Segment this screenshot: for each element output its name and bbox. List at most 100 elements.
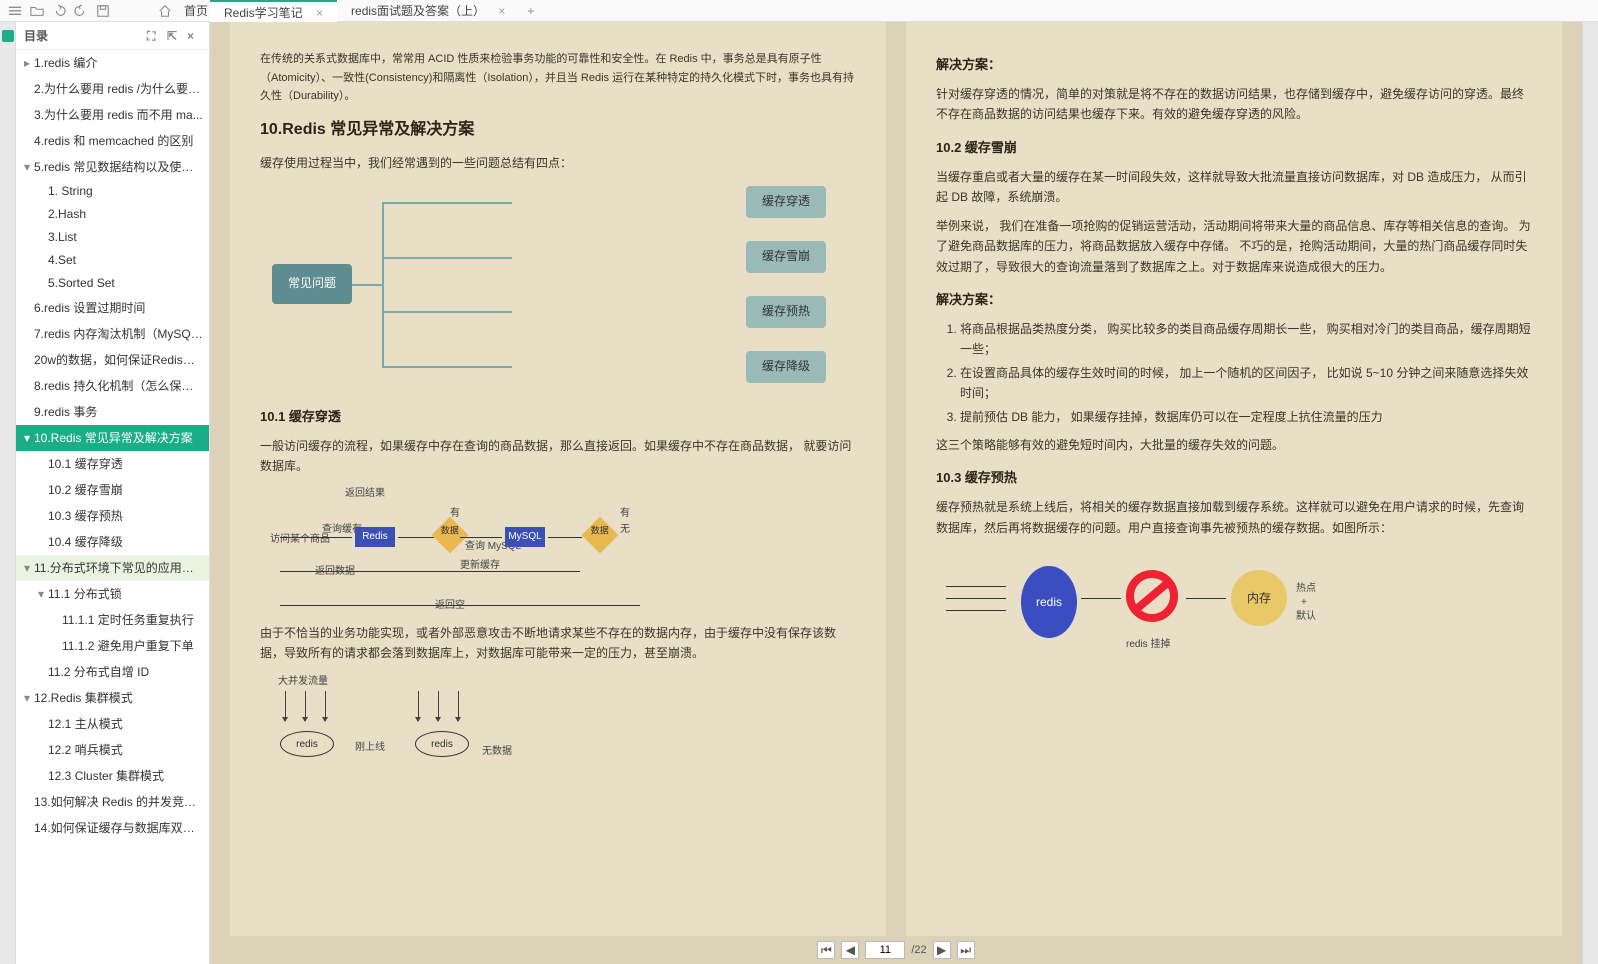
d2-lbl: 有 bbox=[450, 505, 460, 522]
toc-list[interactable]: ▸1.redis 编介2.为什么要用 redis /为什么要用...3.为什么要… bbox=[16, 50, 209, 964]
toc-item[interactable]: 13.如何解决 Redis 的并发竞争 ... bbox=[16, 789, 209, 815]
diagram-traffic: 大并发流量 redis 刚上线 redis 无数据 bbox=[260, 671, 856, 781]
toc-item[interactable]: 2.为什么要用 redis /为什么要用... bbox=[16, 76, 209, 102]
toc-item[interactable]: 5.Sorted Set bbox=[16, 272, 209, 295]
first-page-button[interactable]: ⏮ bbox=[817, 941, 835, 959]
next-page-button[interactable]: ▶ bbox=[933, 941, 951, 959]
home-label[interactable]: 首页 bbox=[184, 2, 208, 19]
toc-item[interactable]: 20w的数据，如何保证Redis中... bbox=[16, 347, 209, 373]
d2-dia: 数据 bbox=[432, 516, 469, 553]
sidebar-header: 目录 ⛶ ⇱ × bbox=[16, 22, 209, 50]
list-item: 将商品根据品类热度分类， 购买比较多的类目商品缓存周期长一些， 购买相对冷门的类… bbox=[960, 319, 1532, 360]
heading-10: 10.Redis 常见异常及解决方案 bbox=[260, 116, 856, 143]
toc-item[interactable]: 2.Hash bbox=[16, 203, 209, 226]
pager: ⏮ ◀ /22 ▶ ⏭ bbox=[210, 936, 1582, 964]
d3-e1: redis bbox=[280, 731, 334, 757]
top-toolbar: 首页 Redis学习笔记 × redis面试题及答案（上） × + bbox=[0, 0, 1598, 22]
close-icon[interactable]: × bbox=[187, 29, 201, 43]
open-icon[interactable] bbox=[30, 4, 44, 18]
d2-lbl: 无 bbox=[620, 521, 630, 538]
intro-text: 在传统的关系式数据库中，常常用 ACID 性质来检验事务功能的可靠性和安全性。在… bbox=[260, 50, 856, 106]
heading-10-1: 10.1 缓存穿透 bbox=[260, 406, 856, 428]
d1-main: 常见问题 bbox=[272, 264, 352, 304]
toc-item[interactable]: 8.redis 持久化机制（怎么保证 r... bbox=[16, 373, 209, 399]
toc-item[interactable]: 12.3 Cluster 集群模式 bbox=[16, 763, 209, 789]
heading-solution: 解决方案： bbox=[936, 54, 1532, 76]
close-icon[interactable]: × bbox=[498, 4, 505, 18]
solution-list: 将商品根据品类热度分类， 购买比较多的类目商品缓存周期长一些， 购买相对冷门的类… bbox=[960, 319, 1532, 427]
toc-item[interactable]: 10.2 缓存雪崩 bbox=[16, 477, 209, 503]
toc-item[interactable]: 14.如何保证缓存与数据库双写... bbox=[16, 815, 209, 841]
undo-icon[interactable] bbox=[52, 4, 66, 18]
toc-item[interactable]: 10.3 缓存预热 bbox=[16, 503, 209, 529]
toc-item[interactable]: ▾10.Redis 常见异常及解决方案 bbox=[16, 425, 209, 451]
d1-b2: 缓存雪崩 bbox=[746, 241, 826, 273]
d3-e2: redis bbox=[415, 731, 469, 757]
new-tab-button[interactable]: + bbox=[519, 4, 542, 18]
diagram-issues: 常见问题 缓存穿透 缓存雪崩 缓存预热 缓存降级 bbox=[260, 184, 856, 394]
save-icon[interactable] bbox=[96, 4, 110, 18]
toc-item[interactable]: 7.redis 内存淘汰机制（MySQL... bbox=[16, 321, 209, 347]
d3-l2: 无数据 bbox=[482, 743, 512, 760]
diagram-flow: 返回结果 访问某个商品 查询缓存 Redis 数据 有 查询 MySQL MyS… bbox=[260, 485, 856, 615]
tab-redis-interview[interactable]: redis面试题及答案（上） × bbox=[337, 0, 519, 22]
d1-b1: 缓存穿透 bbox=[746, 186, 826, 218]
toc-item[interactable]: 12.1 主从模式 bbox=[16, 711, 209, 737]
d4-redis: redis bbox=[1021, 566, 1077, 638]
d3-title: 大并发流量 bbox=[278, 673, 328, 690]
redo-icon[interactable] bbox=[74, 4, 88, 18]
toc-item[interactable]: 11.1.1 定时任务重复执行 bbox=[16, 607, 209, 633]
home-icon[interactable] bbox=[158, 4, 172, 18]
d1-b4: 缓存降级 bbox=[746, 351, 826, 383]
toc-item[interactable]: ▾5.redis 常见数据结构以及使用... bbox=[16, 154, 209, 180]
toc-item[interactable]: 6.redis 设置过期时间 bbox=[16, 295, 209, 321]
toc-item[interactable]: 3.为什么要用 redis 而不用 ma... bbox=[16, 102, 209, 128]
toc-item[interactable]: 4.Set bbox=[16, 249, 209, 272]
toc-item[interactable]: ▾11.分布式环境下常见的应用场景 bbox=[16, 555, 209, 581]
d4-mem: 内存 bbox=[1231, 570, 1287, 626]
page-input[interactable] bbox=[865, 941, 905, 959]
expand-icon[interactable]: ⛶ bbox=[147, 29, 161, 43]
toc-item[interactable]: 12.2 哨兵模式 bbox=[16, 737, 209, 763]
toc-item[interactable]: 4.redis 和 memcached 的区别 bbox=[16, 128, 209, 154]
d3-l1: 刚上线 bbox=[355, 739, 385, 756]
toc-item[interactable]: ▾12.Redis 集群模式 bbox=[16, 685, 209, 711]
tab-redis-notes[interactable]: Redis学习笔记 × bbox=[210, 0, 337, 22]
toc-item[interactable]: 1. String bbox=[16, 180, 209, 203]
tab-bar: Redis学习笔记 × redis面试题及答案（上） × + bbox=[210, 0, 542, 22]
d2-dia: 数据 bbox=[582, 516, 619, 553]
diagram-preheat: redis 内存 热点 + 默认 redis 挂掉 bbox=[936, 558, 1532, 678]
toc-item[interactable]: ▸1.redis 编介 bbox=[16, 50, 209, 76]
page-left: 在传统的关系式数据库中，常常用 ACID 性质来检验事务功能的可靠性和安全性。在… bbox=[230, 22, 886, 936]
para: 由于不恰当的业务功能实现，或者外部恶意攻击不断地请求某些不存在的数据内存，由于缓… bbox=[260, 623, 856, 664]
d1-b3: 缓存预热 bbox=[746, 296, 826, 328]
page-right: 解决方案： 针对缓存穿透的情况，简单的对策就是将不存在的数据访问结果，也存储到缓… bbox=[906, 22, 1562, 936]
prev-page-button[interactable]: ◀ bbox=[841, 941, 859, 959]
list-item: 提前预估 DB 能力， 如果缓存挂掉，数据库仍可以在一定程度上抗住流量的压力 bbox=[960, 407, 1532, 427]
heading-10-3: 10.3 缓存预热 bbox=[936, 467, 1532, 489]
toc-item[interactable]: 3.List bbox=[16, 226, 209, 249]
d2-mysql: MySQL bbox=[505, 527, 545, 547]
right-rail bbox=[1582, 22, 1598, 964]
toc-item[interactable]: 9.redis 事务 bbox=[16, 399, 209, 425]
page-total: /22 bbox=[911, 944, 926, 956]
toc-item[interactable]: 10.4 缓存降级 bbox=[16, 529, 209, 555]
menu-icon[interactable] bbox=[8, 4, 22, 18]
heading-solution: 解决方案： bbox=[936, 289, 1532, 311]
sidebar-title: 目录 bbox=[24, 27, 48, 44]
toc-item[interactable]: 11.2 分布式自增 ID bbox=[16, 659, 209, 685]
para: 缓存使用过程当中，我们经常遇到的一些问题总结有四点： bbox=[260, 153, 856, 173]
last-page-button[interactable]: ⏭ bbox=[957, 941, 975, 959]
para: 缓存预热就是系统上线后，将相关的缓存数据直接加载到缓存系统。这样就可以避免在用户… bbox=[936, 497, 1532, 538]
para: 这三个策略能够有效的避免短时间内，大批量的缓存失效的问题。 bbox=[936, 435, 1532, 455]
close-icon[interactable]: × bbox=[316, 6, 323, 20]
rail-icon[interactable] bbox=[2, 30, 14, 42]
d4-hang: redis 挂掉 bbox=[1126, 636, 1170, 653]
collapse-icon[interactable]: ⇱ bbox=[167, 29, 181, 43]
toc-item[interactable]: 10.1 缓存穿透 bbox=[16, 451, 209, 477]
heading-10-2: 10.2 缓存雪崩 bbox=[936, 137, 1532, 159]
d2-lbl: 有 bbox=[620, 505, 630, 522]
toc-item[interactable]: ▾11.1 分布式锁 bbox=[16, 581, 209, 607]
toc-item[interactable]: 11.1.2 避免用户重复下单 bbox=[16, 633, 209, 659]
d2-lbl: 访问某个商品 bbox=[270, 531, 330, 548]
